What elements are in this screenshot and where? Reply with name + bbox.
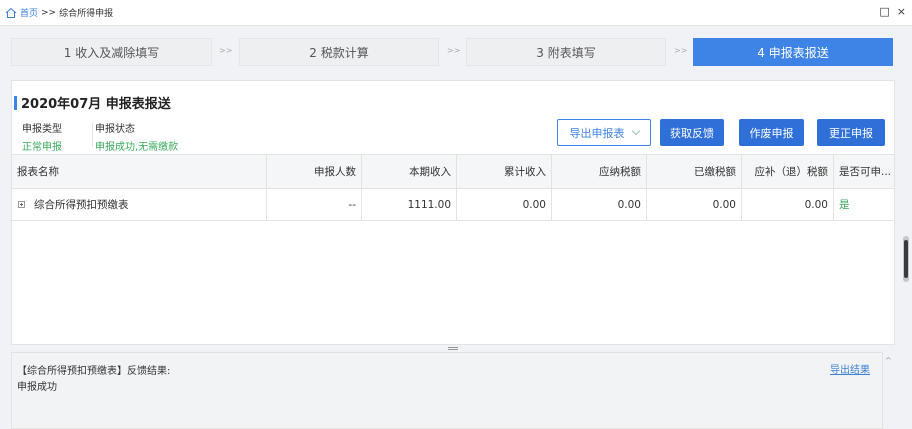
step-label: 3 附表填写 xyxy=(536,45,596,60)
breadcrumb-home-link[interactable]: 首页 xyxy=(20,6,38,19)
step-arrow-icon: >> xyxy=(674,46,688,55)
close-icon[interactable]: × xyxy=(897,6,906,18)
report-status-label: 申报状态 xyxy=(95,124,135,135)
table-cell: 0.00 xyxy=(457,189,552,220)
report-status-value: 申报成功,无需缴款 xyxy=(95,142,179,153)
expand-icon[interactable] xyxy=(18,201,25,208)
page-title-wrap: 2020年07月 申报表报送 xyxy=(14,93,171,112)
table-row[interactable]: 综合所得预扣预缴表 -- 1111.00 0.00 0.00 0.00 0.00… xyxy=(12,189,894,221)
report-name-text: 综合所得预扣预缴表 xyxy=(34,199,129,211)
table-header: 报表名称 申报人数 本期收入 累计收入 应纳税额 已缴税额 应补（退）税额 是否… xyxy=(12,154,894,189)
column-header[interactable]: 是否可申... xyxy=(834,155,894,188)
panel-splitter[interactable] xyxy=(11,345,895,352)
table-cell: 0.00 xyxy=(742,189,834,220)
breadcrumb-current: 综合所得申报 xyxy=(59,9,114,19)
step-arrow-icon: >> xyxy=(219,46,233,55)
breadcrumb-separator: >> xyxy=(41,7,57,18)
export-result-link[interactable]: 导出结果 xyxy=(830,361,870,376)
chevron-down-icon xyxy=(631,126,640,135)
get-feedback-button[interactable]: 获取反馈 xyxy=(660,119,724,146)
scrollbar-thumb[interactable] xyxy=(904,240,908,278)
home-icon[interactable] xyxy=(5,7,17,19)
step-income-deduction[interactable]: 1 收入及减除填写 xyxy=(11,38,212,66)
report-type-block: 申报类型 正常申报 xyxy=(22,120,62,153)
correct-report-button[interactable]: 更正申报 xyxy=(817,119,885,146)
table-cell: 0.00 xyxy=(552,189,647,220)
table-cell: 1111.00 xyxy=(362,189,457,220)
info-divider xyxy=(92,123,93,147)
report-type-value: 正常申报 xyxy=(22,142,62,153)
feedback-result-title: 【综合所得预扣预缴表】反馈结果: xyxy=(17,366,171,377)
step-label: 4 申报表报送 xyxy=(757,45,829,60)
column-header[interactable]: 已缴税额 xyxy=(647,155,742,188)
feedback-result-panel: 【综合所得预扣预缴表】反馈结果: 申报成功 导出结果 xyxy=(11,352,883,429)
step-submit-report[interactable]: 4 申报表报送 xyxy=(693,38,893,66)
column-header[interactable]: 本期收入 xyxy=(362,155,457,188)
feedback-result-text: 申报成功 xyxy=(17,382,57,393)
scroll-up-icon[interactable]: ^ xyxy=(885,356,892,365)
table-cell: 0.00 xyxy=(647,189,742,220)
step-label: 1 收入及减除填写 xyxy=(63,45,160,60)
report-status-block: 申报状态 申报成功,无需缴款 xyxy=(95,120,178,153)
column-header[interactable]: 应补（退）税额 xyxy=(742,155,834,188)
table-cell: -- xyxy=(267,189,362,220)
table-cell-can-declare: 是 xyxy=(839,199,850,211)
step-label: 2 税款计算 xyxy=(309,45,369,60)
restore-icon[interactable]: □ xyxy=(879,6,889,18)
report-type-label: 申报类型 xyxy=(22,124,62,135)
window-controls: □ × xyxy=(879,6,906,18)
column-header[interactable]: 应纳税额 xyxy=(552,155,647,188)
table-cell-name: 综合所得预扣预缴表 xyxy=(12,189,267,220)
export-report-dropdown[interactable]: 导出申报表 xyxy=(557,119,651,146)
drag-handle-icon[interactable] xyxy=(448,347,458,350)
page-title: 2020年07月 申报表报送 xyxy=(21,97,171,112)
column-header[interactable]: 累计收入 xyxy=(457,155,552,188)
step-tax-calculation[interactable]: 2 税款计算 xyxy=(239,38,439,66)
report-panel: 2020年07月 申报表报送 申报类型 正常申报 申报状态 申报成功,无需缴款 … xyxy=(11,80,895,345)
top-bar: 首页 >> 综合所得申报 □ × xyxy=(0,0,912,26)
step-attachment[interactable]: 3 附表填写 xyxy=(466,38,666,66)
column-header[interactable]: 申报人数 xyxy=(267,155,362,188)
step-arrow-icon: >> xyxy=(447,46,461,55)
column-header[interactable]: 报表名称 xyxy=(12,155,267,188)
void-report-button[interactable]: 作废申报 xyxy=(739,119,804,146)
export-report-label: 导出申报表 xyxy=(569,126,625,140)
title-accent-bar xyxy=(14,95,17,110)
